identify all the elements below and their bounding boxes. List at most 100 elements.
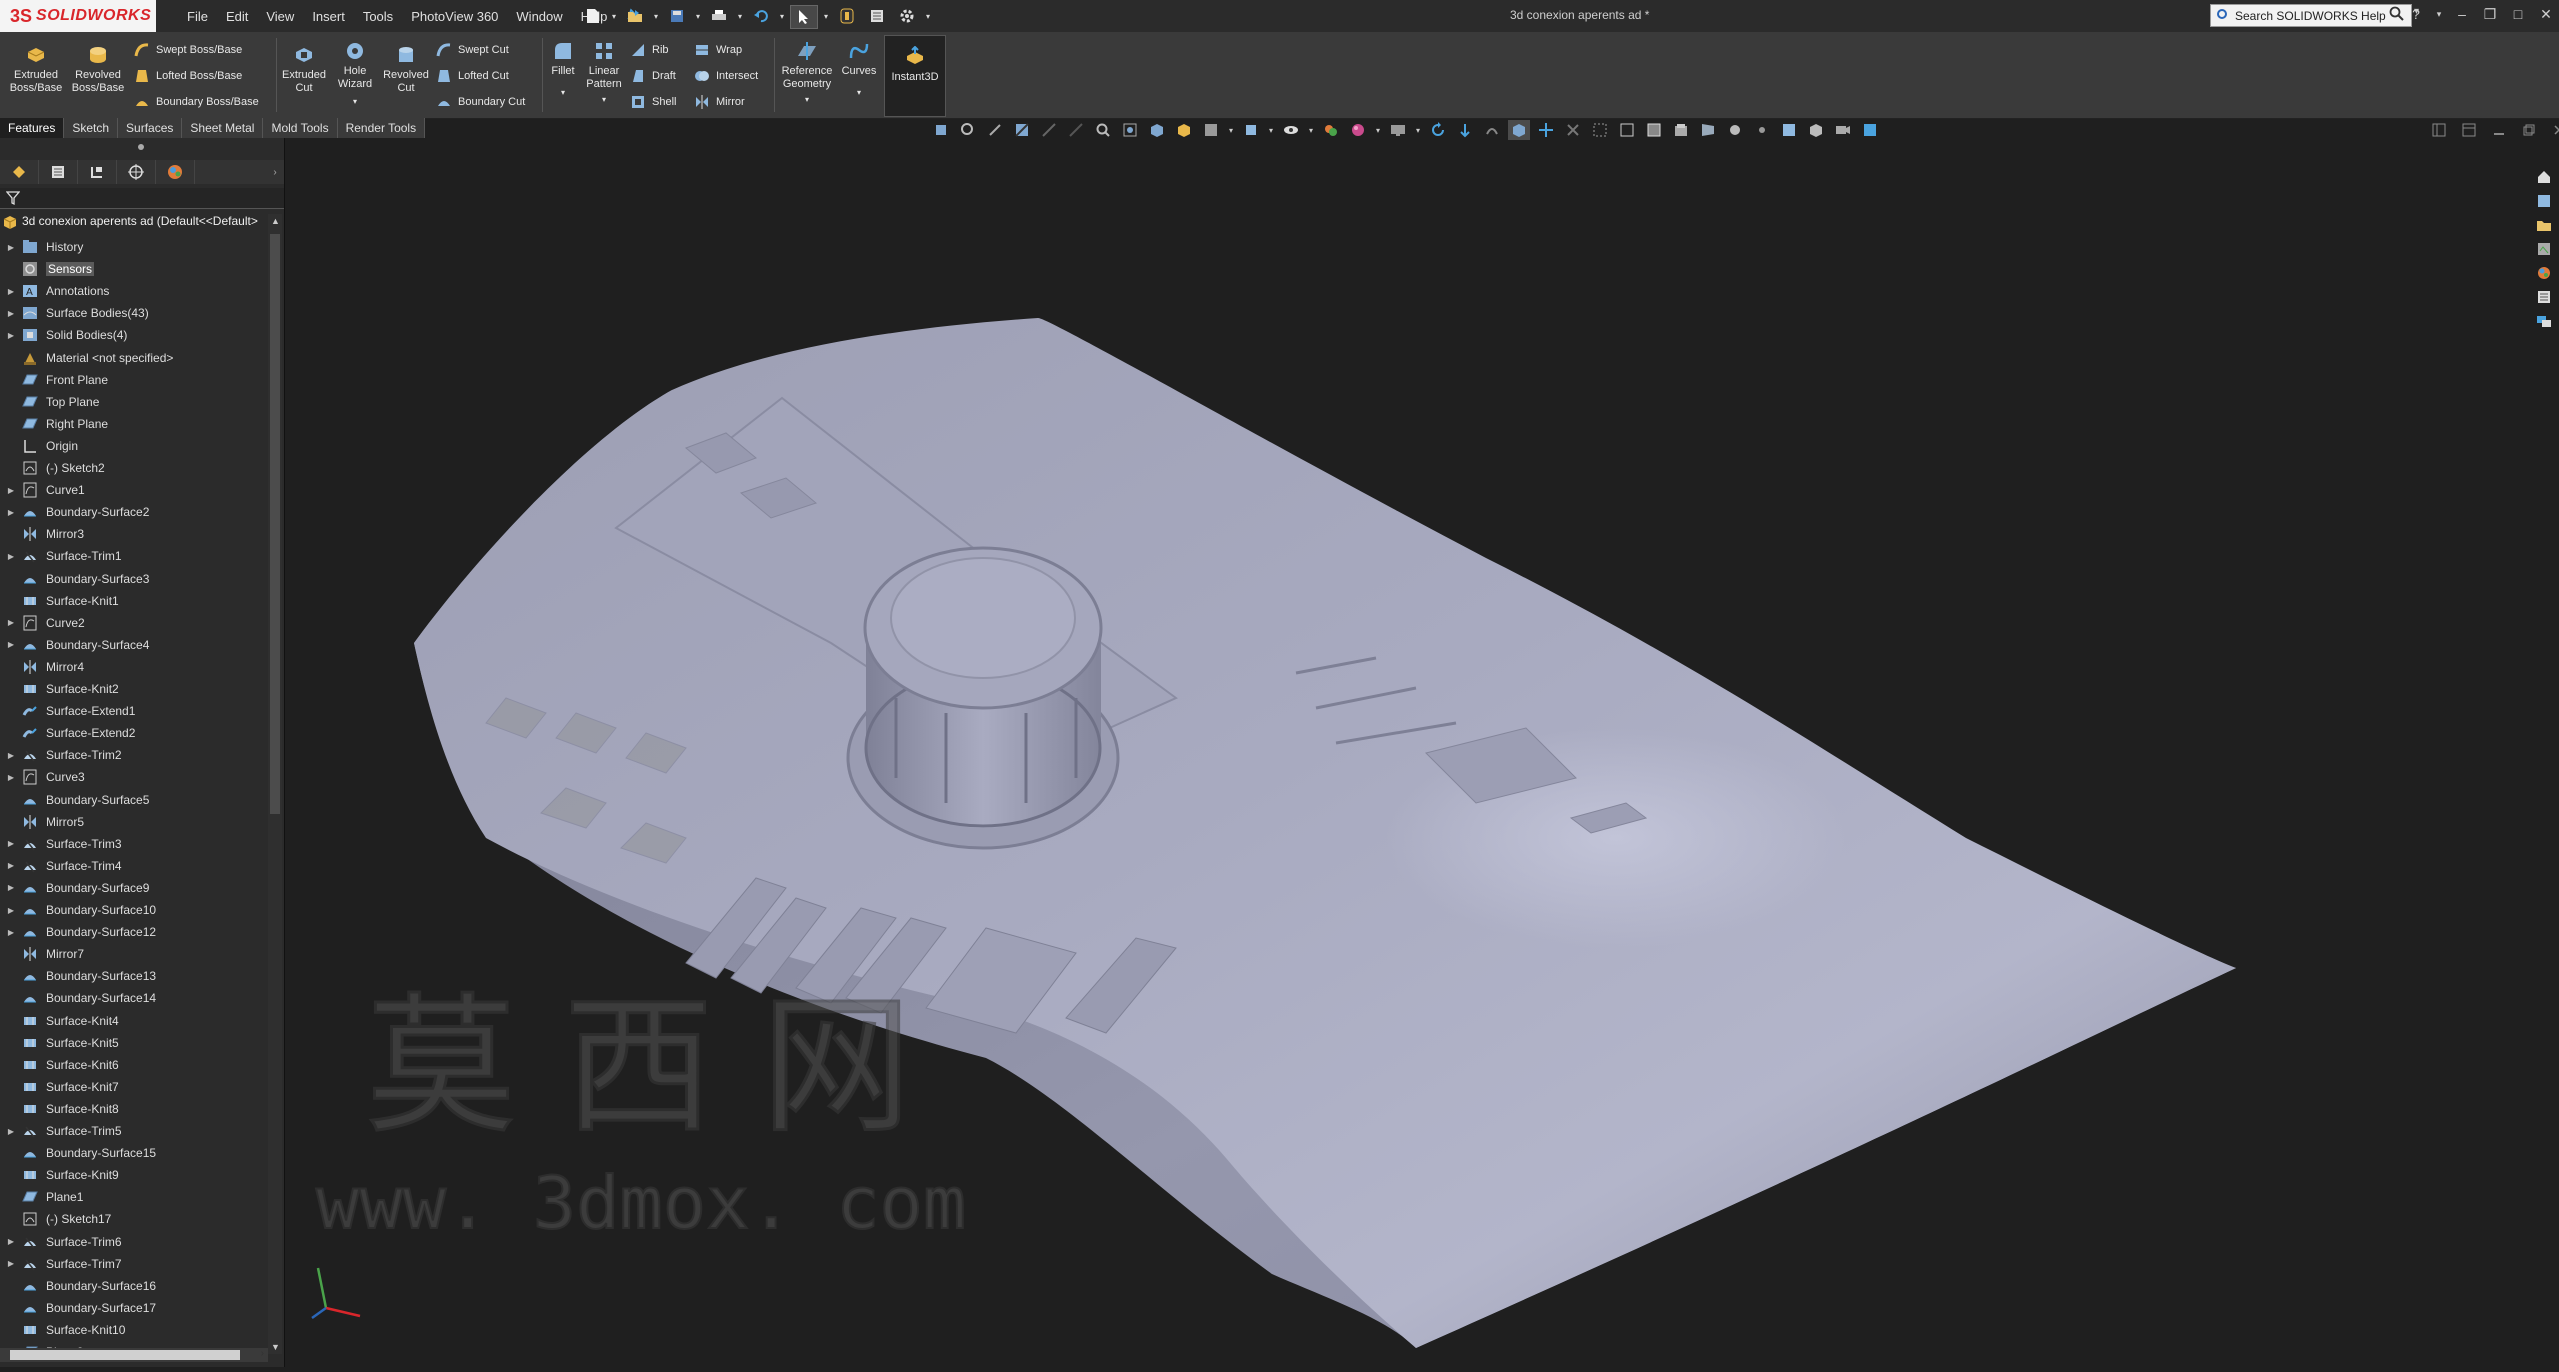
tree-node-boundary-surface9[interactable]: ▶ Boundary-Surface9 <box>0 877 149 899</box>
view-eye-icon[interactable] <box>1280 120 1302 140</box>
scroll-up-icon[interactable]: ▲ <box>271 216 280 226</box>
boundary-boss-button[interactable]: Boundary Boss/Base <box>134 94 259 110</box>
expand-arrow-icon[interactable]: ▶ <box>0 1253 22 1275</box>
expand-arrow-icon[interactable]: ▶ <box>0 877 22 899</box>
extruded-boss-button[interactable]: Extruded Boss/Base <box>6 44 66 95</box>
section-view-icon[interactable] <box>1011 120 1033 140</box>
sketch-line-icon[interactable] <box>1065 120 1087 140</box>
wireframe-icon[interactable] <box>1616 120 1638 140</box>
view-orientation-icon[interactable] <box>1146 120 1168 140</box>
tree-node-boundary-surface4[interactable]: ▶ Boundary-Surface4 <box>0 634 149 656</box>
tree-node-surface-trim2[interactable]: ▶ Surface-Trim2 <box>0 744 122 766</box>
menu-insert[interactable]: Insert <box>303 9 354 24</box>
monitor-icon[interactable] <box>1387 120 1409 140</box>
file-explorer-icon[interactable] <box>2534 216 2554 234</box>
previous-view-icon[interactable] <box>984 120 1006 140</box>
configuration-manager-tab-icon[interactable] <box>78 160 117 184</box>
expand-arrow-icon[interactable]: ▶ <box>0 766 22 788</box>
rib-button[interactable]: Rib <box>630 42 669 58</box>
split-vertical-icon[interactable] <box>2458 120 2480 140</box>
dropdown-arrow-icon[interactable]: ▾ <box>1227 120 1235 140</box>
lofted-boss-button[interactable]: Lofted Boss/Base <box>134 68 242 84</box>
revolved-boss-button[interactable]: Revolved Boss/Base <box>68 44 128 95</box>
tree-node-surface-knit2[interactable]: Surface-Knit2 <box>0 678 119 700</box>
scene-icon[interactable] <box>1320 120 1342 140</box>
expand-arrow-icon[interactable]: ▶ <box>0 479 22 501</box>
file-properties-icon[interactable] <box>864 5 890 27</box>
tree-node-boundary-surface10[interactable]: ▶ Boundary-Surface10 <box>0 899 156 921</box>
expand-arrow-icon[interactable]: ▶ <box>0 612 22 634</box>
shell-button[interactable]: Shell <box>630 94 676 110</box>
instant3d-button[interactable]: Instant3D <box>884 35 946 117</box>
tree-node-mirror5[interactable]: Mirror5 <box>0 811 84 833</box>
model-canvas[interactable]: 莫 西 网 www. 3dmox. com <box>286 138 2536 1367</box>
tree-node-solid-bodies-4[interactable]: ▶ Solid Bodies(4) <box>0 324 127 346</box>
boundary-cut-button[interactable]: Boundary Cut <box>436 94 525 110</box>
mirror-button[interactable]: Mirror <box>694 94 745 110</box>
tree-node-surface-trim4[interactable]: ▶ Surface-Trim4 <box>0 855 122 877</box>
hidden-lines-icon[interactable] <box>1589 120 1611 140</box>
menu-file[interactable]: File <box>178 9 217 24</box>
tree-filter-bar[interactable] <box>0 188 284 209</box>
tree-node-surface-knit4[interactable]: Surface-Knit4 <box>0 1010 119 1032</box>
tree-node-surface-extend2[interactable]: Surface-Extend2 <box>0 722 135 744</box>
tree-node-surface-trim1[interactable]: ▶ Surface-Trim1 <box>0 545 122 567</box>
tree-vertical-scrollbar[interactable]: ▲ ▼ <box>268 214 282 1354</box>
draft-button[interactable]: Draft <box>630 68 676 84</box>
dimxpert-tab-icon[interactable] <box>117 160 156 184</box>
intersect-button[interactable]: Intersect <box>694 68 758 84</box>
lofted-cut-button[interactable]: Lofted Cut <box>436 68 509 84</box>
tree-node-mirror7[interactable]: Mirror7 <box>0 943 84 965</box>
expand-tabs-icon[interactable]: › <box>266 160 284 184</box>
tree-root-part[interactable]: 3d conexion aperents ad (Default<<Defaul… <box>2 214 258 230</box>
dropdown-arrow-icon[interactable]: ▾ <box>822 5 830 27</box>
tree-node-curve1[interactable]: ▶ Curve1 <box>0 479 85 501</box>
view-cube-icon[interactable] <box>1805 120 1827 140</box>
expand-arrow-icon[interactable]: ▶ <box>0 545 22 567</box>
tree-node-curve2[interactable]: ▶ Curve2 <box>0 612 85 634</box>
tree-node-origin[interactable]: Origin <box>0 435 78 457</box>
tab-features[interactable]: Features <box>0 118 65 138</box>
tree-node-surface-knit5[interactable]: Surface-Knit5 <box>0 1032 119 1054</box>
wrap-button[interactable]: Wrap <box>694 42 742 58</box>
display-none-icon[interactable] <box>1562 120 1584 140</box>
maximize-icon[interactable]: □ <box>2509 4 2527 24</box>
expand-arrow-icon[interactable]: ▶ <box>0 921 22 943</box>
close-icon[interactable]: ✕ <box>2537 4 2555 24</box>
dropdown-arrow-icon[interactable]: ▾ <box>582 93 626 106</box>
dynamic-annotation-icon[interactable] <box>1038 120 1060 140</box>
swept-boss-button[interactable]: Swept Boss/Base <box>134 42 242 58</box>
render-icon[interactable] <box>1859 120 1881 140</box>
dropdown-arrow-icon[interactable]: ▾ <box>838 86 880 99</box>
tree-node-surface-trim7[interactable]: ▶ Surface-Trim7 <box>0 1253 122 1275</box>
select-pointer-icon[interactable] <box>790 5 818 29</box>
viewport-restore-icon[interactable] <box>2518 120 2540 140</box>
options-gear-icon[interactable] <box>894 5 920 27</box>
tree-node-boundary-surface2[interactable]: ▶ Boundary-Surface2 <box>0 501 149 523</box>
tree-node-surface-knit7[interactable]: Surface-Knit7 <box>0 1076 119 1098</box>
tree-node-surface-trim6[interactable]: ▶ Surface-Trim6 <box>0 1231 122 1253</box>
tree-node-boundary-surface5[interactable]: Boundary-Surface5 <box>0 789 149 811</box>
zoom-area-icon[interactable] <box>1119 120 1141 140</box>
expand-arrow-icon[interactable]: ▶ <box>0 634 22 656</box>
viewport-close-icon[interactable] <box>2548 120 2559 140</box>
undo-icon[interactable] <box>748 5 774 27</box>
expand-arrow-icon[interactable]: ▶ <box>0 1231 22 1253</box>
perspective-icon[interactable] <box>1697 120 1719 140</box>
filter-icon[interactable] <box>6 190 20 206</box>
tree-node-boundary-surface3[interactable]: Boundary-Surface3 <box>0 568 149 590</box>
dropdown-arrow-icon[interactable]: ▾ <box>652 5 660 27</box>
tab-mold-tools[interactable]: Mold Tools <box>263 118 338 138</box>
menu-window[interactable]: Window <box>507 9 571 24</box>
expand-arrow-icon[interactable]: ▶ <box>0 280 22 302</box>
tree-node-boundary-surface12[interactable]: ▶ Boundary-Surface12 <box>0 921 156 943</box>
tree-node-top-plane[interactable]: Top Plane <box>0 391 99 413</box>
appearance-ball-icon[interactable] <box>1347 120 1369 140</box>
tree-node-sketch2[interactable]: (-) Sketch2 <box>0 457 105 479</box>
tree-node-surface-trim3[interactable]: ▶ Surface-Trim3 <box>0 833 122 855</box>
tree-node-surface-knit6[interactable]: Surface-Knit6 <box>0 1054 119 1076</box>
roll-view-icon[interactable] <box>1481 120 1503 140</box>
tree-node-surface-trim5[interactable]: ▶ Surface-Trim5 <box>0 1120 122 1142</box>
fillet-button[interactable]: Fillet ▾ <box>546 40 580 99</box>
expand-arrow-icon[interactable]: ▶ <box>0 302 22 324</box>
